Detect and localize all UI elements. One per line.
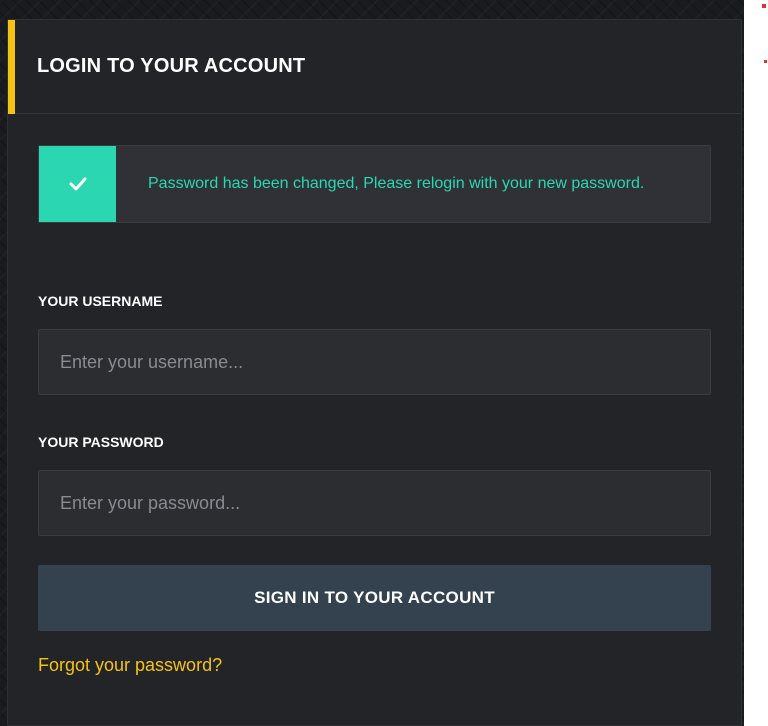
forgot-password-link[interactable]: Forgot your password?: [38, 655, 222, 676]
card-header: LOGIN TO YOUR ACCOUNT: [8, 20, 741, 114]
sign-in-button[interactable]: SIGN IN TO YOUR ACCOUNT: [38, 565, 711, 631]
password-label: YOUR PASSWORD: [38, 434, 164, 450]
username-label: YOUR USERNAME: [38, 293, 163, 309]
page-title: LOGIN TO YOUR ACCOUNT: [37, 55, 306, 77]
edge-marker: [762, 4, 766, 8]
window-edge: [744, 0, 768, 726]
header-accent-bar: [8, 20, 15, 114]
alert-message: Password has been changed, Please relogi…: [148, 175, 645, 192]
check-icon: [39, 146, 116, 222]
password-input[interactable]: [38, 470, 711, 536]
edge-marker: [764, 60, 767, 63]
success-alert: Password has been changed, Please relogi…: [38, 145, 711, 223]
login-card: LOGIN TO YOUR ACCOUNT Password has been …: [7, 19, 742, 726]
username-input[interactable]: [38, 329, 711, 395]
